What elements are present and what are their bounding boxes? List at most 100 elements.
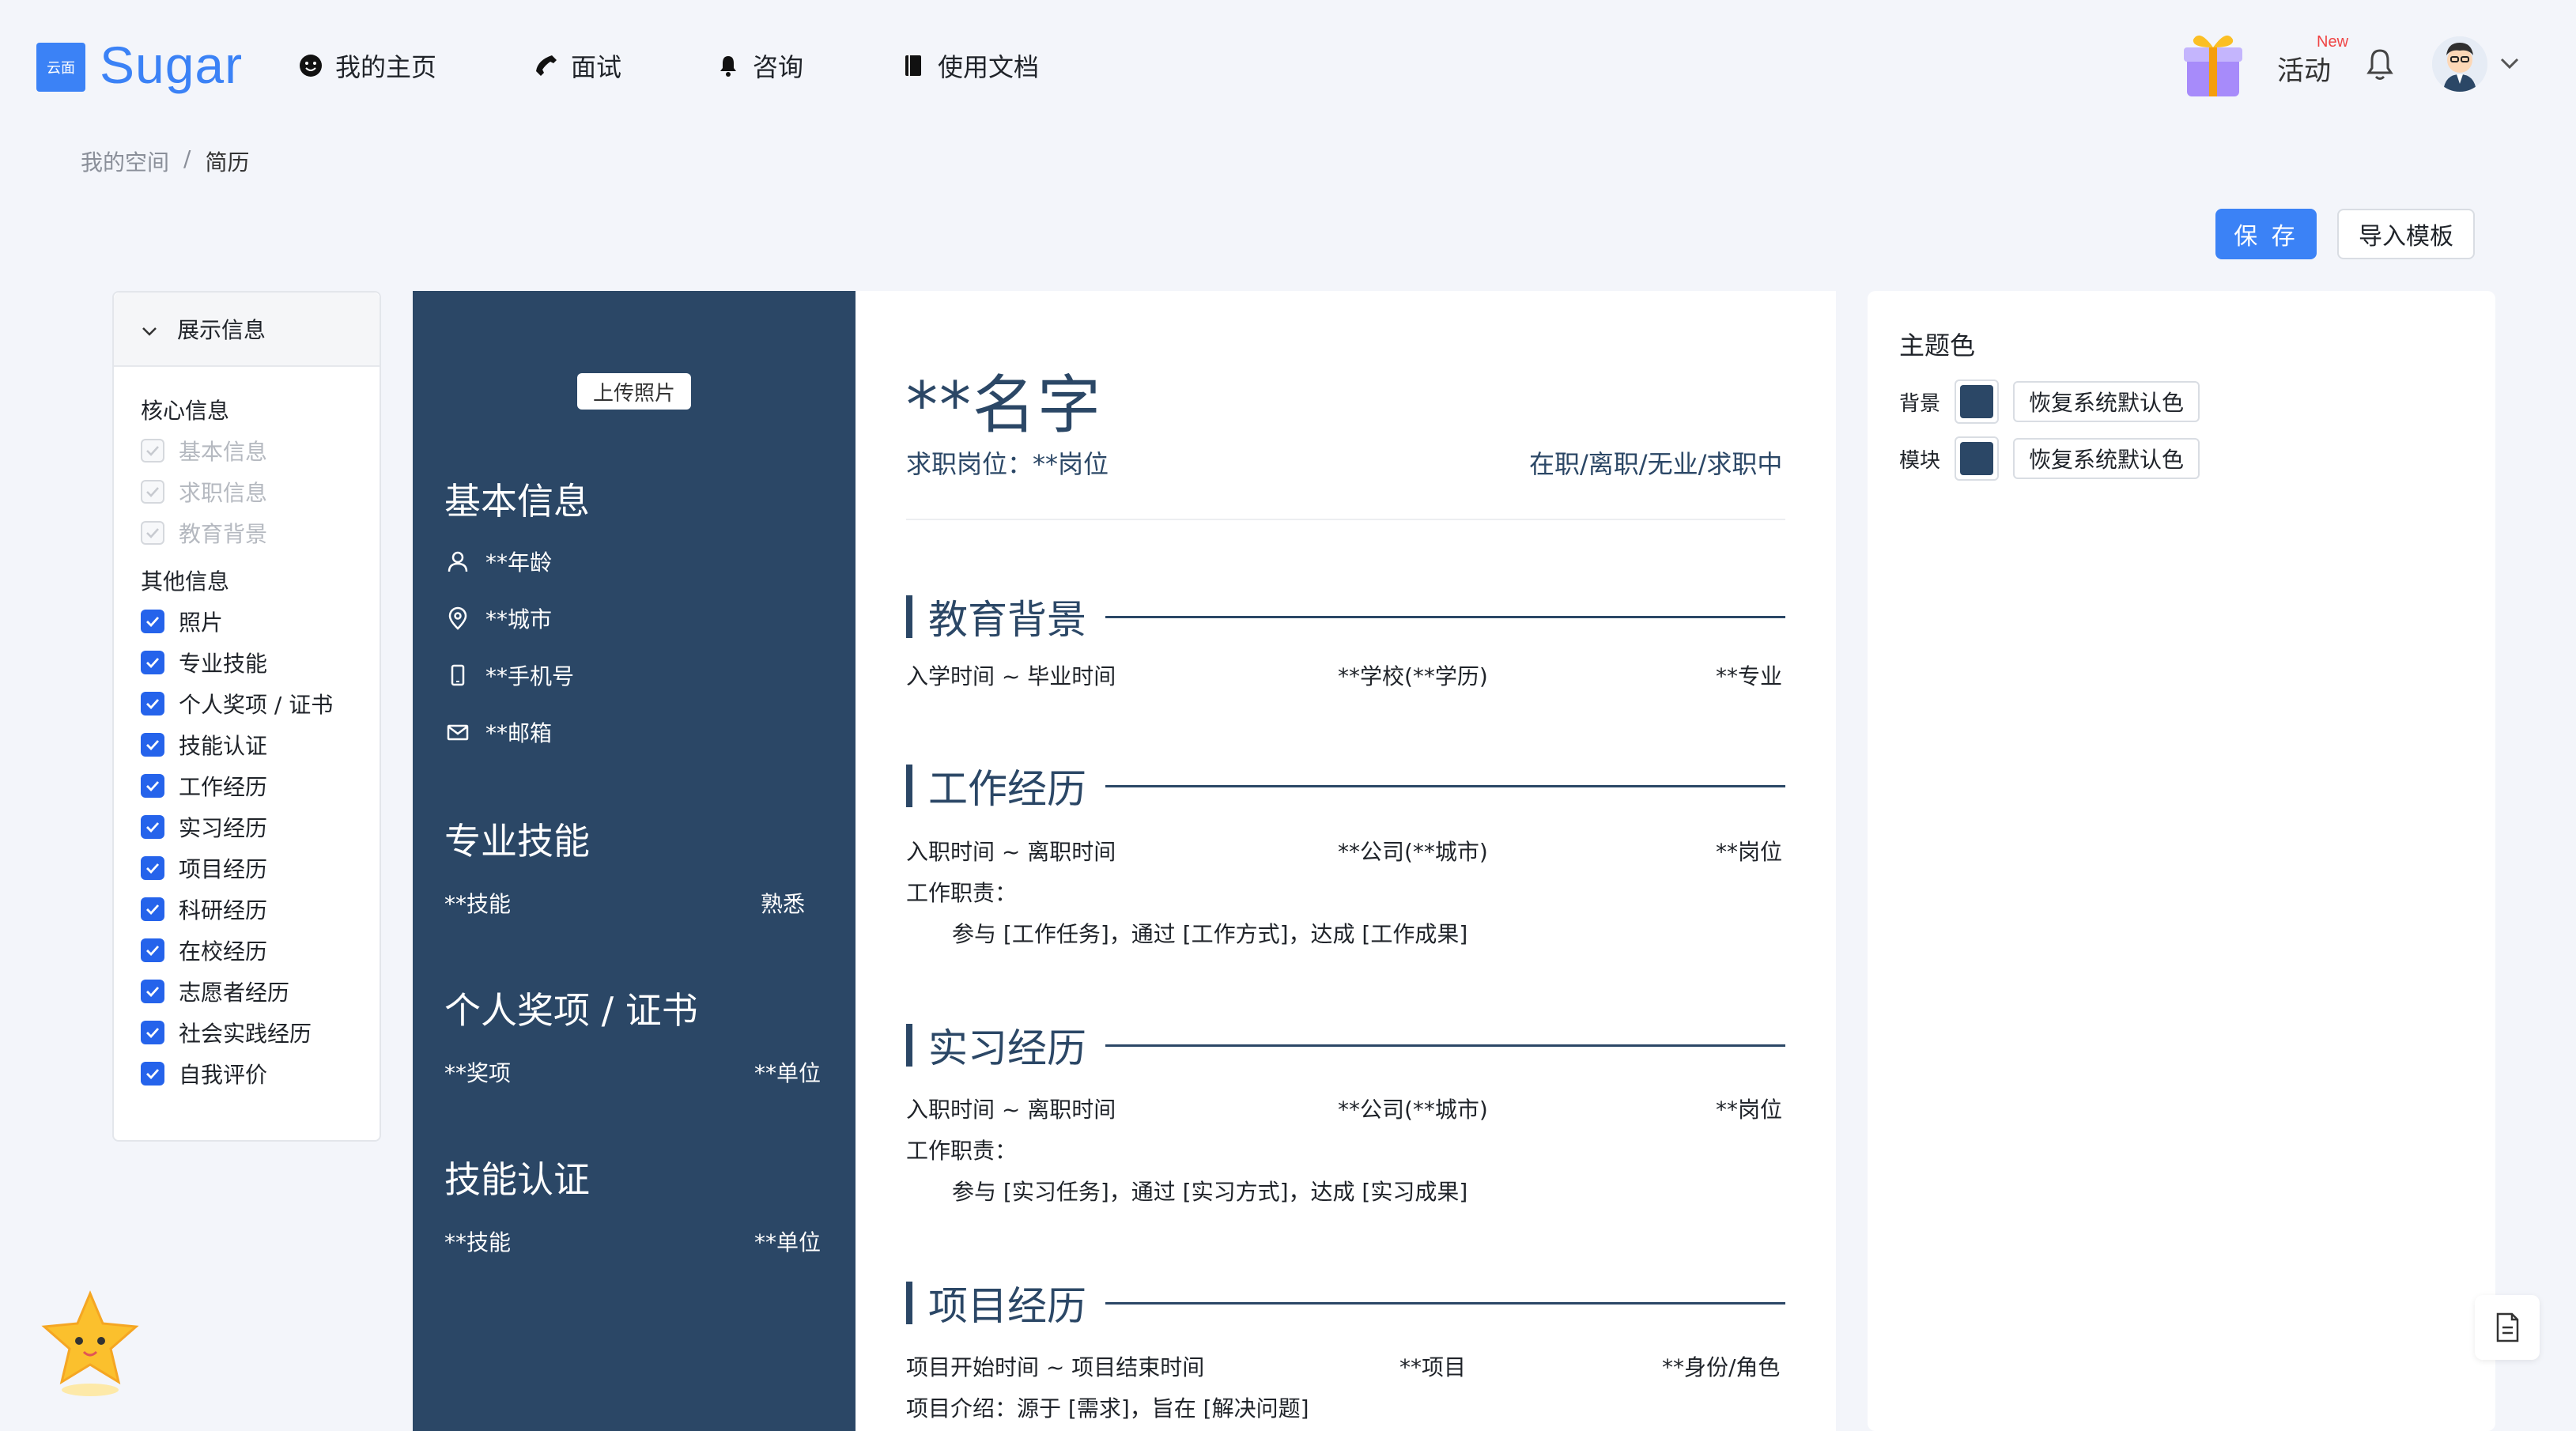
skill-name: **技能 bbox=[444, 891, 512, 917]
checkbox-job-info: 求职信息 bbox=[141, 471, 380, 512]
intern-company[interactable]: **公司(**城市) bbox=[1338, 1093, 1488, 1124]
checkbox-checked-icon[interactable] bbox=[141, 856, 164, 880]
checkbox-row[interactable]: 志愿者经历 bbox=[141, 971, 380, 1012]
checkbox-label: 技能认证 bbox=[179, 733, 268, 759]
breadcrumb-current: 简历 bbox=[205, 149, 250, 176]
checkbox-label: 照片 bbox=[179, 610, 224, 636]
display-info-header[interactable]: 展示信息 bbox=[114, 293, 380, 367]
project-name[interactable]: **项目 bbox=[1399, 1350, 1466, 1382]
nav-docs[interactable]: 使用文档 bbox=[901, 47, 1039, 84]
checkbox-row[interactable]: 专业技能 bbox=[141, 642, 380, 683]
project-intro[interactable]: 项目介绍：源于 [需求]，旨在 [解决问题] bbox=[906, 1391, 1309, 1423]
education-time[interactable]: 入学时间 ~ 毕业时间 bbox=[906, 659, 1116, 691]
work-time[interactable]: 入职时间 ~ 离职时间 bbox=[906, 835, 1116, 867]
nav-consult[interactable]: 咨询 bbox=[716, 47, 803, 84]
checkbox-checked-icon[interactable] bbox=[141, 1062, 164, 1086]
job-status[interactable]: 在职/离职/无业/求职中 bbox=[1529, 444, 1782, 481]
theme-module-label: 模块 bbox=[1899, 448, 1941, 473]
gift-icon[interactable] bbox=[2178, 25, 2249, 101]
checkbox-checked-icon[interactable] bbox=[141, 651, 164, 674]
notification-bell-icon[interactable] bbox=[2364, 47, 2396, 82]
award-unit: **单位 bbox=[754, 1060, 822, 1086]
checkbox-row[interactable]: 自我评价 bbox=[141, 1053, 380, 1094]
checkbox-label: 个人奖项 / 证书 bbox=[179, 692, 334, 718]
work-duty[interactable]: 参与 [工作任务]，通过 [工作方式]，达成 [工作成果] bbox=[952, 917, 1467, 949]
bg-color-swatch[interactable] bbox=[1955, 379, 2000, 424]
checkbox-row[interactable]: 科研经历 bbox=[141, 889, 380, 930]
project-time[interactable]: 项目开始时间 ~ 项目结束时间 bbox=[906, 1350, 1204, 1382]
checkbox-checked-icon[interactable] bbox=[141, 774, 164, 798]
education-major[interactable]: **专业 bbox=[1716, 659, 1782, 691]
logo-text[interactable]: Sugar bbox=[100, 35, 243, 95]
checkbox-label: 项目经历 bbox=[179, 856, 268, 882]
reset-bg-button[interactable]: 恢复系统默认色 bbox=[2013, 381, 2200, 422]
checkbox-row[interactable]: 技能认证 bbox=[141, 724, 380, 765]
theme-bg-row: 背景 恢复系统默认色 bbox=[1899, 379, 2200, 424]
phone-icon bbox=[534, 54, 558, 77]
checkbox-label: 教育背景 bbox=[179, 521, 268, 547]
checkbox-checked-icon[interactable] bbox=[141, 980, 164, 1003]
checkbox-basic-info: 基本信息 bbox=[141, 430, 380, 471]
section-bar bbox=[906, 595, 912, 638]
checkbox-row[interactable]: 照片 bbox=[141, 601, 380, 642]
checkbox-row[interactable]: 实习经历 bbox=[141, 806, 380, 848]
activity-link[interactable]: 活动 bbox=[2277, 49, 2331, 88]
logo-mark[interactable]: 云面 bbox=[36, 43, 85, 92]
checkbox-label: 专业技能 bbox=[179, 651, 268, 677]
checkbox-checked-icon[interactable] bbox=[141, 1021, 164, 1044]
checkbox-checked-icon[interactable] bbox=[141, 610, 164, 633]
job-intent[interactable]: 求职岗位：**岗位 bbox=[906, 444, 1109, 481]
checkbox-checked-icon[interactable] bbox=[141, 897, 164, 921]
document-icon[interactable] bbox=[2475, 1295, 2540, 1360]
nav-label: 我的主页 bbox=[335, 52, 437, 82]
intern-position[interactable]: **岗位 bbox=[1716, 1093, 1782, 1124]
section-bar bbox=[906, 1282, 912, 1324]
resume-name[interactable]: **名字 bbox=[906, 354, 1102, 446]
nav-interview[interactable]: 面试 bbox=[534, 47, 621, 84]
display-info-title: 展示信息 bbox=[177, 317, 266, 343]
work-position[interactable]: **岗位 bbox=[1716, 835, 1782, 867]
user-avatar[interactable] bbox=[2432, 36, 2487, 92]
color-fill bbox=[1960, 442, 1994, 475]
checkbox-row[interactable]: 项目经历 bbox=[141, 848, 380, 889]
work-company[interactable]: **公司(**城市) bbox=[1338, 835, 1488, 867]
nav-home[interactable]: 我的主页 bbox=[299, 47, 436, 84]
section-bar bbox=[906, 1024, 912, 1067]
email-row: **邮箱 bbox=[444, 716, 552, 748]
age-row: **年龄 bbox=[444, 546, 552, 577]
module-color-swatch[interactable] bbox=[1955, 436, 2000, 481]
section-line bbox=[1105, 1044, 1785, 1047]
core-info-title: 核心信息 bbox=[141, 398, 230, 424]
chevron-down-icon[interactable] bbox=[2499, 55, 2521, 71]
breadcrumb-separator: / bbox=[183, 145, 191, 172]
checkbox-row[interactable]: 工作经历 bbox=[141, 765, 380, 806]
skills-title: 专业技能 bbox=[444, 820, 590, 863]
reset-module-button[interactable]: 恢复系统默认色 bbox=[2013, 438, 2200, 479]
section-line bbox=[1105, 784, 1785, 787]
intern-time[interactable]: 入职时间 ~ 离职时间 bbox=[906, 1093, 1116, 1124]
intern-section-header: 实习经历 bbox=[906, 1017, 1785, 1074]
age-value: **年龄 bbox=[485, 549, 553, 576]
city-value: **城市 bbox=[485, 606, 553, 632]
project-role[interactable]: **身份/角色 bbox=[1662, 1350, 1780, 1382]
cert-name: **技能 bbox=[444, 1229, 512, 1255]
checkbox-checked-icon[interactable] bbox=[141, 692, 164, 716]
save-button[interactable]: 保 存 bbox=[2215, 209, 2317, 259]
education-school[interactable]: **学校(**学历) bbox=[1338, 659, 1488, 691]
checkbox-row[interactable]: 个人奖项 / 证书 bbox=[141, 683, 380, 724]
education-section-header: 教育背景 bbox=[906, 588, 1785, 645]
checkbox-checked-icon[interactable] bbox=[141, 733, 164, 757]
checkbox-label: 自我评价 bbox=[179, 1062, 268, 1088]
upload-photo-button[interactable]: 上传照片 bbox=[577, 373, 691, 410]
intern-duty[interactable]: 参与 [实习任务]，通过 [实习方式]，达成 [实习成果] bbox=[952, 1175, 1467, 1206]
check-icon bbox=[141, 480, 164, 504]
breadcrumb-root[interactable]: 我的空间 bbox=[81, 145, 169, 177]
checkbox-row[interactable]: 在校经历 bbox=[141, 930, 380, 971]
checkbox-education: 教育背景 bbox=[141, 512, 380, 553]
skill-level: 熟悉 bbox=[761, 891, 806, 917]
star-mascot-icon[interactable] bbox=[38, 1289, 142, 1399]
checkbox-checked-icon[interactable] bbox=[141, 938, 164, 962]
import-template-button[interactable]: 导入模板 bbox=[2337, 209, 2475, 259]
checkbox-row[interactable]: 社会实践经历 bbox=[141, 1012, 380, 1053]
checkbox-checked-icon[interactable] bbox=[141, 815, 164, 839]
